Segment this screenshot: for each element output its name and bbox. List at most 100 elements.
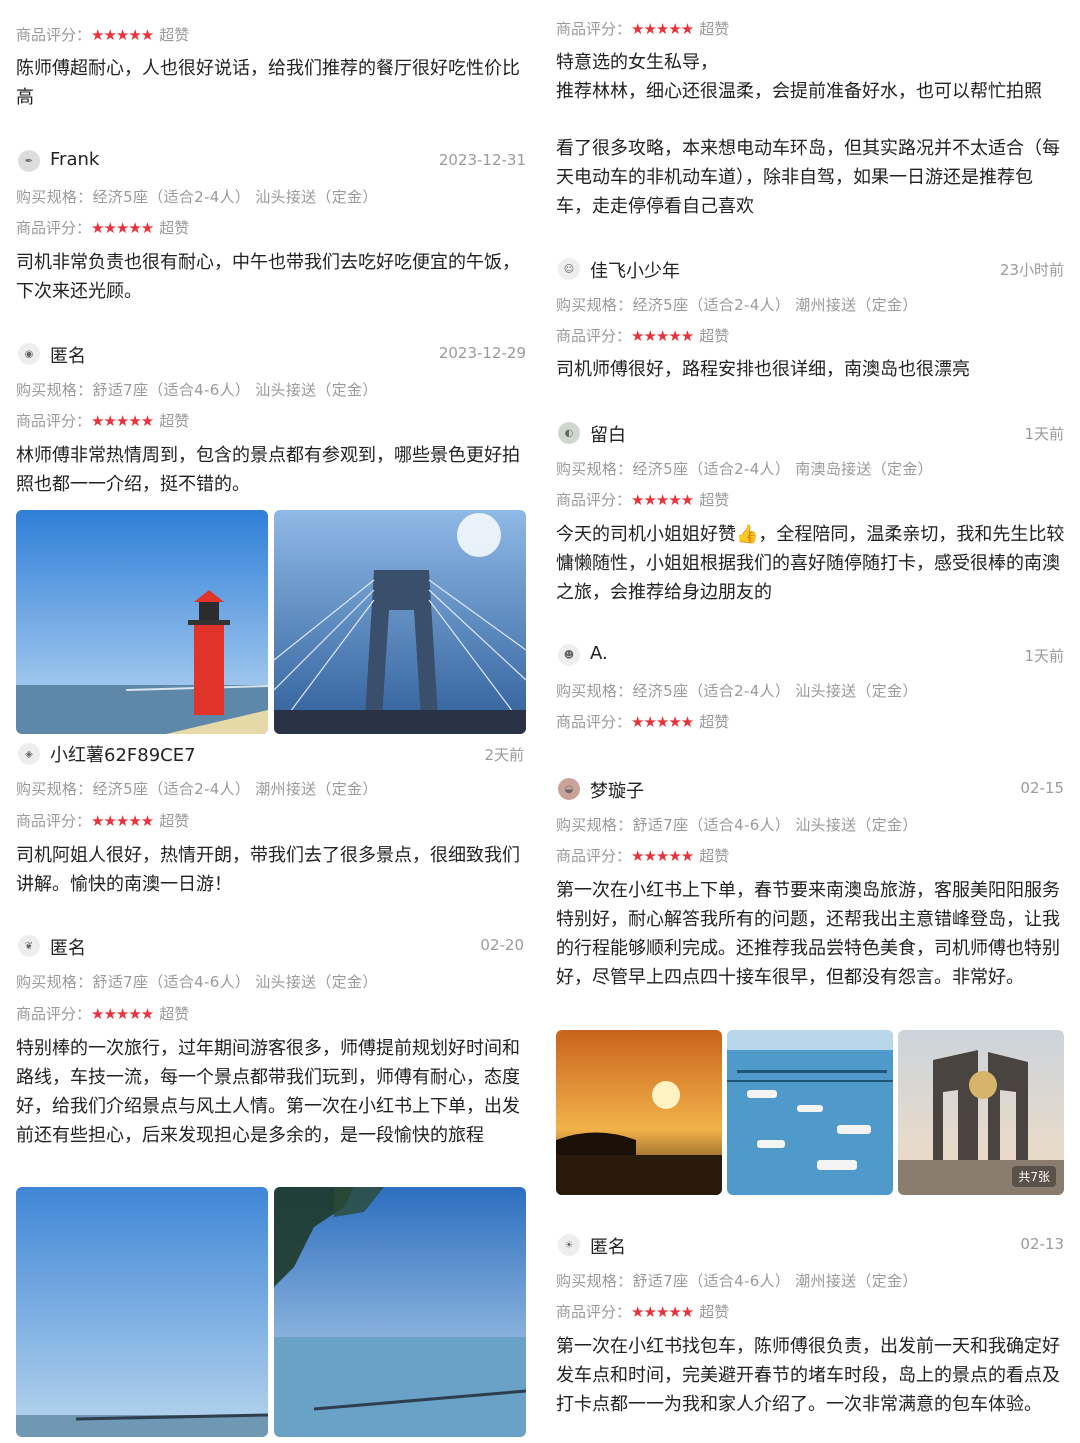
review-photo-bridge[interactable]	[274, 510, 526, 734]
spec-label: 购买规格：	[556, 296, 633, 314]
username[interactable]: 留白	[590, 421, 626, 447]
user-avatar[interactable]: ☺	[558, 258, 580, 280]
user-avatar[interactable]: ◉	[18, 343, 40, 365]
review-photo-sea[interactable]	[16, 1187, 268, 1437]
spec-value: 经济5座（适合2-4人） 汕头接送（定金）	[632, 682, 918, 700]
review-text: 司机阿姐人很好，热情开朗，带我们去了很多景点，很细致我们讲解。愉快的南澳一日游！	[16, 845, 520, 895]
rating-label: 商品评分：	[16, 812, 92, 830]
spec-label: 购买规格：	[556, 460, 633, 478]
purchase-spec: 购买规格：经济5座（适合2-4人） 潮州接送（定金）	[16, 778, 378, 799]
rating-stars: ★★★★★	[631, 713, 694, 731]
rating-stars: ★★★★★	[631, 491, 694, 509]
review-text: 第一次在小红书上下单，春节要来南澳岛旅游，客服美阳阳服务特别好，耐心解答我所有的…	[556, 880, 1060, 988]
spec-value: 舒适7座（适合4-6人） 潮州接送（定金）	[632, 1272, 918, 1290]
username[interactable]: 佳飞小少年	[590, 257, 680, 283]
rating-label: 商品评分：	[556, 713, 632, 731]
rating-stars: ★★★★★	[91, 219, 154, 237]
rating-row: 商品评分：★★★★★ 超赞	[16, 410, 189, 431]
user-avatar[interactable]: ◒	[558, 778, 580, 800]
review-text: 司机非常负责也很有耐心，中午也带我们去吃好吃便宜的午饭，下次来还光顾。	[16, 252, 520, 302]
username[interactable]: 小红薯62F89CE7	[50, 741, 196, 767]
review-date: 23小时前	[999, 261, 1064, 279]
rating-word: 超赞	[159, 412, 190, 430]
spec-label: 购买规格：	[16, 973, 93, 991]
rating-stars: ★★★★★	[631, 20, 694, 38]
user-avatar[interactable]: ☻	[558, 644, 580, 666]
review-date: 2023-12-31	[438, 151, 526, 169]
leaf-icon: ❦	[24, 940, 34, 952]
rating-word: 超赞	[159, 1005, 190, 1023]
review-photo-sunset[interactable]	[556, 1030, 722, 1195]
purchase-spec: 购买规格：经济5座（适合2-4人） 汕头接送（定金）	[16, 186, 378, 207]
review-date: 02-20	[480, 936, 524, 954]
sea-image	[16, 1187, 268, 1437]
rating-label: 商品评分：	[556, 1303, 632, 1321]
lighthouse-image	[16, 510, 268, 734]
spec-value: 经济5座（适合2-4人） 南澳岛接送（定金）	[632, 460, 933, 478]
sunset-icon: ◒	[564, 783, 574, 795]
spec-label: 购买规格：	[556, 816, 633, 834]
user-avatar[interactable]: ◐	[558, 422, 580, 444]
rating-word: 超赞	[699, 1303, 730, 1321]
review-text: 司机师傅很好，路程安排也很详细，南澳岛也很漂亮	[556, 359, 970, 380]
rating-stars: ★★★★★	[631, 1303, 694, 1321]
bridge-image	[274, 510, 526, 734]
spec-value: 舒适7座（适合4-6人） 汕头接送（定金）	[92, 973, 378, 991]
rating-row: 商品评分：★★★★★ 超赞	[16, 1003, 189, 1024]
username[interactable]: 匿名	[590, 1233, 626, 1259]
review-photo-monument[interactable]: 共7张	[898, 1030, 1064, 1195]
rating-stars: ★★★★★	[631, 847, 694, 865]
rating-word: 超赞	[699, 491, 730, 509]
purchase-spec: 购买规格：舒适7座（适合4-6人） 汕头接送（定金）	[16, 971, 378, 992]
rating-word: 超赞	[159, 219, 190, 237]
review-date: 2023-12-29	[438, 344, 526, 362]
rating-word: 超赞	[699, 713, 730, 731]
rating-label: 商品评分：	[556, 20, 632, 38]
spec-value: 经济5座（适合2-4人） 潮州接送（定金）	[92, 780, 378, 798]
review-text: 今天的司机小姐姐好赞👍，全程陪同，温柔亲切，我和先生比较慵懒随性，小姐姐根据我们…	[556, 524, 1065, 603]
rating-stars: ★★★★★	[91, 26, 154, 44]
username[interactable]: 梦璇子	[590, 777, 644, 803]
rating-word: 超赞	[699, 20, 730, 38]
purchase-spec: 购买规格：舒适7座（适合4-6人） 潮州接送（定金）	[556, 1270, 918, 1291]
review-photo-lighthouse[interactable]	[16, 510, 268, 734]
rating-label: 商品评分：	[556, 847, 632, 865]
user-avatar[interactable]: ☀	[558, 1234, 580, 1256]
harbor-image	[727, 1030, 893, 1195]
rating-row: 商品评分：★★★★★ 超赞	[16, 810, 189, 831]
spec-value: 经济5座（适合2-4人） 汕头接送（定金）	[92, 188, 378, 206]
username[interactable]: Frank	[50, 149, 99, 170]
user-avatar[interactable]: ❦	[18, 935, 40, 957]
rating-stars: ★★★★★	[631, 327, 694, 345]
rating-word: 超赞	[159, 26, 190, 44]
username[interactable]: A.	[590, 643, 608, 664]
spec-label: 购买规格：	[16, 780, 93, 798]
review-text: 特别棒的一次旅行，过年期间游客很多，师傅提前规划好时间和路线，车技一流，每一个景…	[16, 1038, 520, 1146]
review-photo-harbor[interactable]	[727, 1030, 893, 1195]
review-text: 陈师傅超耐心，人也很好说话，给我们推荐的餐厅很好吃性价比高	[16, 58, 520, 108]
rating-label: 商品评分：	[16, 219, 92, 237]
purchase-spec: 购买规格：舒适7座（适合4-6人） 汕头接送（定金）	[556, 814, 918, 835]
rating-row: 商品评分：★★★★★ 超赞	[556, 845, 729, 866]
username[interactable]: 匿名	[50, 342, 86, 368]
sun-icon: ☀	[564, 1239, 574, 1251]
cartoon-face-icon: ☻	[563, 649, 575, 661]
rating-row: 商品评分：★★★★★ 超赞	[16, 217, 189, 238]
review-text-line: 推荐林林，细心还很温柔，会提前准备好水，也可以帮忙拍照	[556, 81, 1042, 102]
rating-row: 商品评分：★★★★★ 超赞	[16, 24, 189, 45]
rating-label: 商品评分：	[16, 1005, 92, 1023]
rating-label: 商品评分：	[16, 26, 92, 44]
username[interactable]: 匿名	[50, 934, 86, 960]
review-text: 第一次在小红书找包车，陈师傅很负责，出发前一天和我确定好发车点和时间，完美避开春…	[556, 1336, 1060, 1415]
review-date: 02-13	[1020, 1235, 1064, 1253]
spec-value: 舒适7座（适合4-6人） 汕头接送（定金）	[632, 816, 918, 834]
photo-count-badge: 共7张	[1012, 1166, 1056, 1187]
review-date: 1天前	[1024, 647, 1064, 665]
user-avatar[interactable]: ✒	[18, 150, 40, 172]
review-photo-pine[interactable]	[274, 1187, 526, 1437]
user-avatar[interactable]: ◈	[18, 743, 40, 765]
review-date: 02-15	[1020, 779, 1064, 797]
rating-label: 商品评分：	[556, 491, 632, 509]
review-date: 1天前	[1024, 425, 1064, 443]
purchase-spec: 购买规格：舒适7座（适合4-6人） 汕头接送（定金）	[16, 379, 378, 400]
